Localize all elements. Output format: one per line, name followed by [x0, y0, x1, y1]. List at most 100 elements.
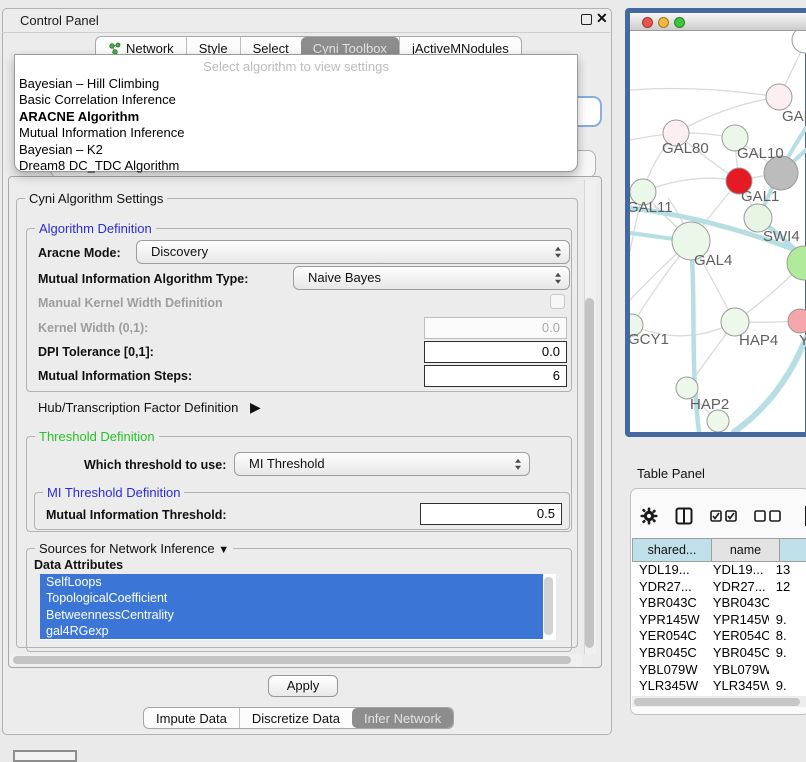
close-traffic-light-icon[interactable] — [642, 17, 653, 28]
network-graph-icon — [108, 42, 121, 55]
table-horizontal-scrollbar[interactable] — [632, 696, 806, 707]
split-columns-icon[interactable] — [675, 507, 693, 530]
network-node-label: HAP4 — [739, 332, 778, 349]
algorithm-option[interactable]: Bayesian – K2 — [19, 142, 577, 158]
network-node[interactable] — [787, 246, 806, 280]
table-row[interactable]: YER054CYER054C8. — [632, 628, 806, 645]
kernel-width-label: Kernel Width (0,1): — [38, 321, 148, 335]
table-scrollbar-thumb[interactable] — [634, 698, 800, 706]
table-row[interactable]: YBR043CYBR043C — [632, 595, 806, 612]
table-cell: YLR345W — [632, 678, 706, 695]
mi-threshold-field[interactable]: 0.5 — [420, 503, 562, 525]
table-cell: YPR145W — [706, 612, 769, 629]
manual-kernel-label: Manual Kernel Width Definition — [38, 296, 223, 310]
tab-discretize-data[interactable]: Discretize Data — [239, 708, 352, 728]
data-attributes-label: Data Attributes — [34, 558, 123, 572]
network-node[interactable] — [792, 31, 806, 53]
data-attributes-list[interactable]: SelfLoopsTopologicalCoefficientBetweenne… — [40, 574, 556, 640]
which-threshold-combo[interactable]: MI Threshold — [234, 452, 530, 476]
network-canvas[interactable]: GALGAL80GAL10GAL1GAL11SWI4GAL4GCY1HAP4YH… — [630, 31, 806, 432]
table-row[interactable]: YDL19...YDL19...13 — [632, 562, 806, 579]
mi-steps-label: Mutual Information Steps: — [38, 369, 192, 383]
attribute-item-selected[interactable]: TopologicalCoefficient — [40, 590, 543, 606]
algorithm-dropdown-popup: Select algorithm to view settings Bayesi… — [14, 54, 578, 172]
table-panel-title: Table Panel — [637, 466, 705, 481]
aracne-mode-combo[interactable]: Discovery — [136, 240, 570, 264]
table-header-row: shared...name — [632, 538, 806, 562]
network-node[interactable] — [707, 410, 729, 432]
cyni-algorithm-settings-title: Cyni Algorithm Settings — [25, 191, 167, 206]
gear-icon[interactable] — [640, 507, 658, 530]
manual-kernel-checkbox[interactable] — [550, 294, 565, 309]
attribute-item-selected[interactable]: gal4RGexp — [40, 623, 543, 639]
table-cell: YDR27... — [706, 579, 769, 596]
algorithm-option[interactable]: Bayesian – Hill Climbing — [19, 76, 577, 92]
horizontal-scrollbar-thumb[interactable] — [13, 656, 571, 664]
close-icon[interactable]: ✕ — [596, 10, 608, 27]
network-node-label: GAL1 — [741, 188, 779, 205]
mi-threshold-group-title: MI Threshold Definition — [43, 485, 184, 500]
table-cell: YER054C — [632, 628, 706, 645]
table-column-header[interactable]: name — [712, 538, 780, 562]
table-cell: YDR27... — [632, 579, 706, 596]
mi-threshold-label: Mutual Information Threshold: — [46, 508, 227, 522]
titlebar-divider — [2, 32, 610, 33]
apply-button[interactable]: Apply — [268, 675, 338, 697]
algorithm-definition-title: Algorithm Definition — [35, 221, 156, 236]
table-row[interactable]: YDR27...YDR27...12 — [632, 579, 806, 596]
combo-arrows-icon — [515, 459, 521, 470]
table-cell: YBR043C — [632, 595, 706, 612]
table-cell: YBL079W — [706, 662, 769, 679]
checked-boxes-icon[interactable] — [710, 509, 737, 527]
table-row[interactable]: YBL079WYBL079W — [632, 662, 806, 679]
algorithm-option[interactable]: Mutual Information Inference — [19, 125, 577, 141]
network-node-label: GAL11 — [630, 199, 673, 216]
tab-infer-network[interactable]: Infer Network — [352, 708, 453, 728]
algorithm-option[interactable]: ARACNE Algorithm — [19, 109, 577, 125]
attribute-item-selected[interactable]: SelfLoops — [40, 574, 543, 590]
table-toolbar — [640, 506, 806, 530]
network-node-label: GAL80 — [662, 140, 709, 157]
aracne-mode-label: Aracne Mode: — [38, 246, 121, 260]
table-column-header[interactable] — [780, 538, 806, 562]
table-cell: YIL052C — [632, 695, 706, 696]
dpi-tolerance-field[interactable]: 0.0 — [424, 341, 567, 363]
mi-steps-field[interactable]: 6 — [424, 365, 567, 387]
table-row[interactable]: YLR345WYLR345W9. — [632, 678, 806, 695]
network-window-titlebar[interactable] — [630, 13, 806, 31]
table-cell — [769, 595, 806, 612]
zoom-traffic-light-icon[interactable] — [674, 17, 685, 28]
network-node-label: GAL — [782, 108, 806, 125]
table-row[interactable]: YBR045CYBR045C9. — [632, 645, 806, 662]
vertical-scrollbar-thumb[interactable] — [585, 298, 594, 648]
tab-impute-data[interactable]: Impute Data — [144, 708, 239, 728]
sources-group-title[interactable]: Sources for Network Inference ▼ — [35, 541, 233, 556]
table-cell: 9. — [769, 678, 806, 695]
table-column-header[interactable]: shared... — [632, 538, 712, 562]
mi-type-combo[interactable]: Naive Bayes — [293, 266, 570, 290]
network-node-label: GAL10 — [737, 145, 784, 162]
network-node-gal[interactable] — [766, 84, 792, 110]
table-cell: YER054C — [706, 628, 769, 645]
network-node-label: HAP2 — [690, 396, 729, 413]
attributes-scrollbar-thumb[interactable] — [544, 577, 553, 635]
table-cell: YIL052C — [706, 695, 769, 696]
collapsed-panel-handle[interactable] — [13, 750, 77, 762]
network-node-label: SWI4 — [763, 228, 800, 245]
network-node-y[interactable] — [788, 309, 806, 333]
algorithm-option[interactable]: Basic Correlation Inference — [19, 92, 577, 108]
float-window-icon[interactable] — [581, 14, 592, 25]
unchecked-boxes-icon[interactable] — [754, 509, 781, 527]
table-cell: YLR345W — [706, 678, 769, 695]
network-edge[interactable] — [630, 89, 779, 97]
collapse-down-icon: ▼ — [218, 544, 229, 556]
network-edge[interactable] — [643, 178, 739, 192]
algorithm-option[interactable]: Dream8 DC_TDC Algorithm — [19, 158, 577, 174]
table-row[interactable]: YPR145WYPR145W9. — [632, 612, 806, 629]
table-cell: YDL19... — [706, 562, 769, 579]
network-edge-highlighted[interactable] — [734, 338, 806, 432]
minimize-traffic-light-icon[interactable] — [658, 17, 669, 28]
hub-definition-toggle[interactable]: Hub/Transcription Factor Definition ▶ — [38, 399, 261, 416]
table-row[interactable]: YIL052CYIL052C9. — [632, 695, 806, 696]
attribute-item-selected[interactable]: BetweennessCentrality — [40, 607, 543, 623]
